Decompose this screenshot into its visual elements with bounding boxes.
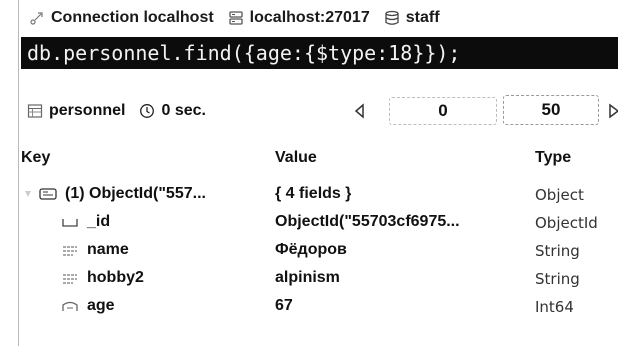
type-cell: String (535, 242, 580, 260)
number-field-icon (62, 301, 78, 311)
database-item[interactable]: staff (384, 9, 440, 27)
value-cell: Фёдоров (275, 241, 347, 258)
execution-time-label: 0 sec. (161, 102, 206, 119)
column-header-key[interactable]: Key (21, 149, 50, 167)
connection-icon (30, 12, 43, 25)
robomongo-result-panel: Connection localhost localhost:27017 sta… (18, 0, 618, 346)
table-row[interactable]: _id ObjectId("55703cf6975... ObjectId (19, 208, 618, 238)
connection-bar: Connection localhost localhost:27017 sta… (19, 0, 618, 36)
table-row[interactable]: age 67 Int64 (19, 292, 618, 322)
server-label: localhost:27017 (249, 9, 370, 26)
key-label: _id (87, 213, 111, 230)
key-cell: hobby2 (61, 269, 144, 287)
column-header-value[interactable]: Value (275, 149, 317, 167)
string-field-icon (63, 246, 77, 256)
value-cell: alpinism (275, 269, 340, 286)
next-page-icon[interactable] (607, 103, 618, 119)
table-row[interactable]: (1) ObjectId("557... { 4 fields } Object (19, 180, 618, 210)
database-icon (385, 10, 399, 25)
skip-input[interactable]: 0 (389, 97, 497, 125)
clock-icon (140, 104, 155, 118)
execution-time: 0 sec. (139, 102, 206, 120)
key-label: name (87, 241, 129, 258)
result-toolbar: personnel 0 sec. 0 50 (19, 92, 618, 130)
key-cell: (1) ObjectId("557... (23, 185, 206, 203)
server-item[interactable]: localhost:27017 (228, 9, 370, 27)
id-field-icon (62, 219, 78, 227)
collapse-icon[interactable] (23, 188, 33, 200)
key-cell: age (61, 297, 115, 315)
query-editor[interactable]: db.personnel.find({age:{$type:18}}); (21, 37, 618, 69)
table-row[interactable]: hobby2 alpinism String (19, 264, 618, 294)
table-row[interactable]: name Фёдоров String (19, 236, 618, 266)
string-field-icon (63, 274, 77, 284)
type-cell: ObjectId (535, 214, 598, 232)
key-label: (1) ObjectId("557... (65, 185, 206, 202)
collection-icon (27, 104, 43, 118)
result-table-header: Key Value Type (19, 146, 618, 172)
key-label: hobby2 (87, 269, 144, 286)
value-cell: 67 (275, 297, 293, 314)
database-label: staff (405, 9, 440, 26)
collection-item[interactable]: personnel (27, 102, 125, 120)
key-label: age (87, 297, 115, 314)
key-cell: _id (61, 213, 110, 231)
key-cell: name (61, 241, 129, 259)
value-cell: ObjectId("55703cf6975... (275, 213, 460, 230)
previous-page-icon[interactable] (353, 103, 367, 119)
connection-name-label: Connection localhost (51, 9, 214, 26)
connection-name-item[interactable]: Connection localhost (29, 9, 214, 27)
type-cell: Int64 (535, 298, 574, 316)
column-header-type[interactable]: Type (535, 149, 571, 167)
type-cell: String (535, 270, 580, 288)
type-cell: Object (535, 186, 584, 204)
server-icon (229, 11, 243, 25)
collection-label: personnel (49, 102, 126, 119)
value-cell: { 4 fields } (275, 185, 352, 202)
limit-input[interactable]: 50 (503, 95, 599, 125)
document-icon (39, 188, 57, 200)
